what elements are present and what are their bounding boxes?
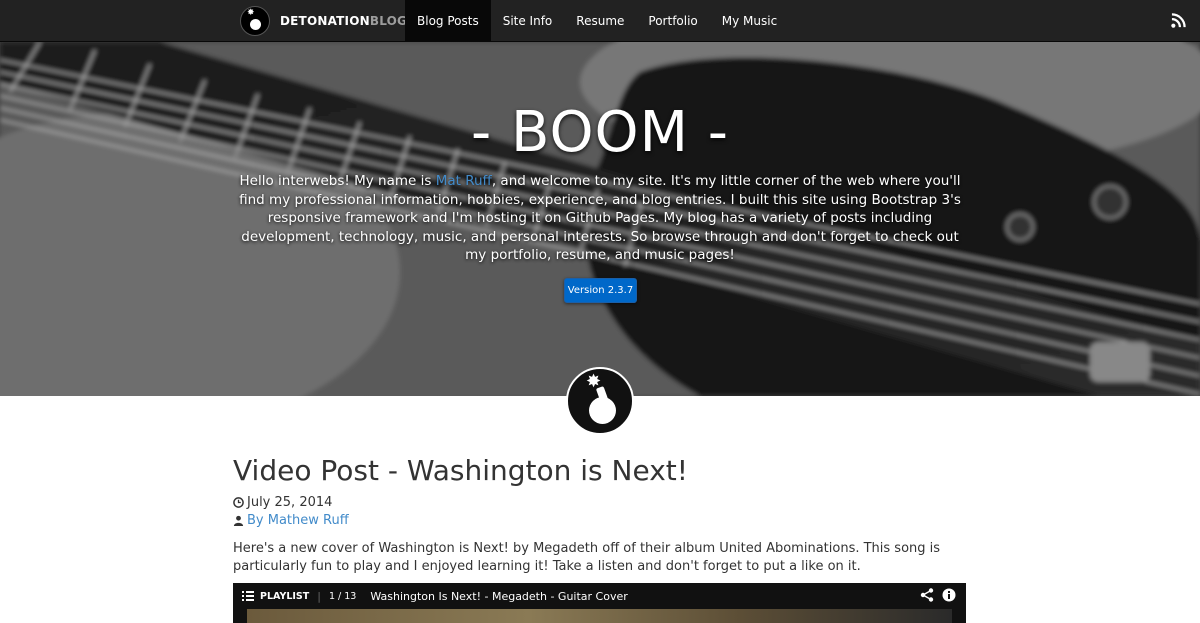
brand-secondary: BLOG <box>369 14 408 28</box>
post-author: By Mathew Ruff <box>233 513 349 528</box>
post-body: Here's a new cover of Washington is Next… <box>233 541 941 574</box>
post-author-link[interactable]: By Mathew Ruff <box>247 513 349 528</box>
bomb-avatar-icon: ✸ <box>566 367 634 435</box>
hero-intro-before: Hello interwebs! My name is <box>239 173 436 189</box>
hero-title: - BOOM - <box>471 100 729 165</box>
video-top-bar: PLAYLIST | 1 / 13 Washington Is Next! - … <box>233 583 966 609</box>
video-embed[interactable]: PLAYLIST | 1 / 13 Washington Is Next! - … <box>233 583 966 623</box>
user-icon <box>233 515 244 526</box>
rss-icon[interactable] <box>1171 13 1186 28</box>
nav-portfolio[interactable]: Portfolio <box>636 0 709 42</box>
hero-banner: - BOOM - Hello interwebs! My name is Mat… <box>0 42 1200 396</box>
brand-name: DETONATIONBLOG <box>280 14 407 28</box>
post-date: July 25, 2014 <box>233 495 332 510</box>
navbar: ✸ DETONATIONBLOG Blog Posts Site Info Re… <box>0 0 1200 42</box>
playlist-count: 1 / 13 <box>328 590 357 602</box>
playlist-label[interactable]: PLAYLIST <box>260 591 309 602</box>
video-title[interactable]: Washington Is Next! - Megadeth - Guitar … <box>370 590 627 603</box>
hero-intro: Hello interwebs! My name is Mat Ruff, an… <box>238 172 962 265</box>
post-date-text: July 25, 2014 <box>247 495 333 510</box>
nav-site-info[interactable]: Site Info <box>491 0 565 42</box>
clock-icon <box>233 497 244 508</box>
video-thumbnail <box>247 609 952 623</box>
playlist-icon[interactable] <box>242 591 256 601</box>
divider: | <box>317 589 321 603</box>
info-icon[interactable] <box>942 588 956 602</box>
post-title[interactable]: Video Post - Washington is Next! <box>233 454 688 487</box>
nav-blog-posts[interactable]: Blog Posts <box>405 0 491 42</box>
author-link[interactable]: Mat Ruff <box>436 173 492 189</box>
brand-link[interactable]: ✸ DETONATIONBLOG <box>240 6 407 36</box>
version-button[interactable]: Version 2.3.7 <box>564 278 637 303</box>
nav-my-music[interactable]: My Music <box>710 0 789 42</box>
share-icon[interactable] <box>920 588 934 602</box>
nav-resume[interactable]: Resume <box>564 0 636 42</box>
brand-primary: DETONATION <box>280 14 370 28</box>
bomb-logo-icon: ✸ <box>240 6 270 36</box>
main-nav: Blog Posts Site Info Resume Portfolio My… <box>405 0 789 42</box>
